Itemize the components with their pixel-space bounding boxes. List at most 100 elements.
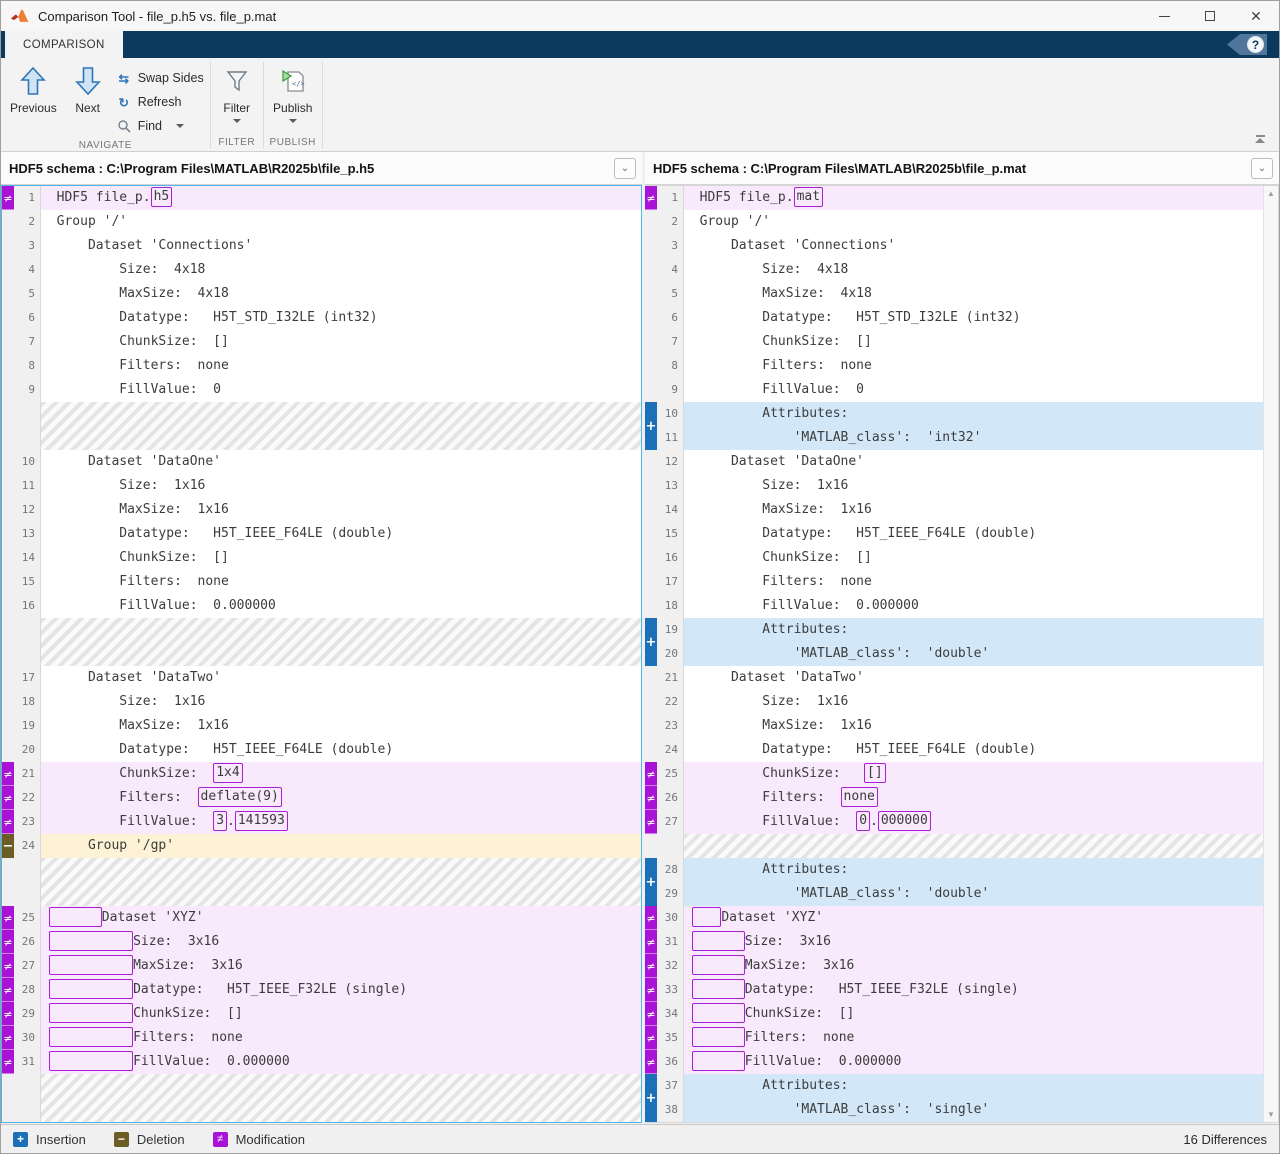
code-row[interactable]: ≠30 Dataset 'XYZ' [645, 906, 1263, 930]
code-row[interactable]: 24 Datatype: H5T_IEEE_F64LE (double) [645, 738, 1263, 762]
code-row[interactable]: ≠36 FillValue: 0.000000 [645, 1050, 1263, 1074]
find-button[interactable]: Find [114, 114, 204, 138]
code-row[interactable]: 13 Size: 1x16 [645, 474, 1263, 498]
code-row[interactable]: 11 Size: 1x16 [2, 474, 641, 498]
code-row[interactable]: 13 Datatype: H5T_IEEE_F64LE (double) [2, 522, 641, 546]
diff-marker-gutter [645, 570, 657, 594]
publish-button[interactable]: </> Publish [271, 58, 314, 127]
minimize-icon [1159, 16, 1170, 17]
code-row[interactable]: ≠21 ChunkSize: 1x4 [2, 762, 641, 786]
code-row[interactable]: 2 Group '/' [2, 210, 641, 234]
next-button[interactable]: Next [66, 58, 110, 117]
right-pane-body: ≠1 HDF5 file_p.mat2 Group '/'3 Dataset '… [645, 185, 1279, 1123]
code-row[interactable]: 38 'MATLAB_class': 'single' [645, 1098, 1263, 1122]
code-row[interactable]: ≠22 Filters: deflate(9) [2, 786, 641, 810]
code-row[interactable]: 2 Group '/' [645, 210, 1263, 234]
publish-dropdown-icon[interactable] [289, 119, 297, 123]
diff-marker-gutter [645, 474, 657, 498]
code-row[interactable]: 8 Filters: none [2, 354, 641, 378]
code-row[interactable]: ≠23 FillValue: 3.141593 [2, 810, 641, 834]
right-pane-menu-chevron-icon[interactable]: ⌄ [1251, 158, 1273, 179]
code-row[interactable]: ≠26 Size: 3x16 [2, 930, 641, 954]
left-pane-menu-chevron-icon[interactable]: ⌄ [614, 158, 636, 179]
code-row[interactable]: 16 ChunkSize: [] [645, 546, 1263, 570]
code-row[interactable]: ≠28 Datatype: H5T_IEEE_F32LE (single) [2, 978, 641, 1002]
code-row[interactable]: 12 MaxSize: 1x16 [2, 498, 641, 522]
code-row[interactable]: 9 FillValue: 0 [645, 378, 1263, 402]
code-row[interactable]: 5 MaxSize: 4x18 [645, 282, 1263, 306]
filter-dropdown-icon[interactable] [233, 119, 241, 123]
code-row[interactable]: ≠26 Filters: none [645, 786, 1263, 810]
code-row[interactable]: 4 Size: 4x18 [645, 258, 1263, 282]
code-row[interactable]: 19 MaxSize: 1x16 [2, 714, 641, 738]
scroll-down-icon[interactable]: ▼ [1264, 1107, 1278, 1122]
code-row[interactable]: 17 Filters: none [645, 570, 1263, 594]
right-pane-scrollbar[interactable]: ▲ ▼ [1263, 186, 1278, 1122]
code-text: FillValue: 0 [41, 378, 641, 402]
refresh-button[interactable]: ↻ Refresh [114, 90, 204, 114]
find-dropdown-icon[interactable] [176, 124, 184, 128]
code-row[interactable]: ≠27 FillValue: 0.000000 [645, 810, 1263, 834]
close-button[interactable]: ✕ [1233, 1, 1279, 31]
maximize-button[interactable] [1187, 1, 1233, 31]
code-row[interactable]: +37 Attributes: [645, 1074, 1263, 1098]
code-row[interactable]: −24 Group '/gp' [2, 834, 641, 858]
code-row[interactable]: 15 Datatype: H5T_IEEE_F64LE (double) [645, 522, 1263, 546]
code-row[interactable]: 6 Datatype: H5T_STD_I32LE (int32) [2, 306, 641, 330]
code-row[interactable]: 18 Size: 1x16 [2, 690, 641, 714]
code-row[interactable]: 6 Datatype: H5T_STD_I32LE (int32) [645, 306, 1263, 330]
code-row[interactable]: +28 Attributes: [645, 858, 1263, 882]
code-row[interactable]: 3 Dataset 'Connections' [645, 234, 1263, 258]
code-row[interactable]: 16 FillValue: 0.000000 [2, 594, 641, 618]
code-row[interactable]: +10 Attributes: [645, 402, 1263, 426]
tab-comparison[interactable]: COMPARISON [5, 31, 123, 58]
swap-sides-button[interactable]: ⇆ Swap Sides [114, 66, 204, 90]
code-row[interactable]: 14 ChunkSize: [] [2, 546, 641, 570]
code-text: 'MATLAB_class': 'double' [684, 642, 1263, 666]
minimize-button[interactable] [1141, 1, 1187, 31]
code-row[interactable]: 18 FillValue: 0.000000 [645, 594, 1263, 618]
code-row[interactable]: 17 Dataset 'DataTwo' [2, 666, 641, 690]
code-row[interactable]: 7 ChunkSize: [] [645, 330, 1263, 354]
code-row[interactable]: 12 Dataset 'DataOne' [645, 450, 1263, 474]
code-row[interactable]: 3 Dataset 'Connections' [2, 234, 641, 258]
code-row[interactable]: 14 MaxSize: 1x16 [645, 498, 1263, 522]
code-text: FillValue: 0.000000 [41, 1050, 641, 1074]
code-row[interactable]: 23 MaxSize: 1x16 [645, 714, 1263, 738]
code-row[interactable]: 9 FillValue: 0 [2, 378, 641, 402]
code-row[interactable]: 4 Size: 4x18 [2, 258, 641, 282]
code-row[interactable]: 21 Dataset 'DataTwo' [645, 666, 1263, 690]
code-row[interactable]: ≠34 ChunkSize: [] [645, 1002, 1263, 1026]
code-text: ChunkSize: [] [684, 330, 1263, 354]
code-row[interactable]: 20 Datatype: H5T_IEEE_F64LE (double) [2, 738, 641, 762]
diff-marker-gutter [645, 282, 657, 306]
code-row[interactable]: +19 Attributes: [645, 618, 1263, 642]
code-row[interactable]: ≠31 Size: 3x16 [645, 930, 1263, 954]
code-row[interactable]: 22 Size: 1x16 [645, 690, 1263, 714]
collapse-ribbon-button[interactable] [1251, 135, 1269, 147]
code-row[interactable]: ≠1 HDF5 file_p.h5 [2, 186, 641, 210]
code-row[interactable]: 5 MaxSize: 4x18 [2, 282, 641, 306]
code-row[interactable]: 11 'MATLAB_class': 'int32' [645, 426, 1263, 450]
code-row[interactable]: ≠31 FillValue: 0.000000 [2, 1050, 641, 1074]
code-row[interactable]: 10 Dataset 'DataOne' [2, 450, 641, 474]
code-row[interactable]: ≠25 ChunkSize: [] [645, 762, 1263, 786]
code-row[interactable]: ≠33 Datatype: H5T_IEEE_F32LE (single) [645, 978, 1263, 1002]
scroll-up-icon[interactable]: ▲ [1264, 186, 1278, 201]
code-row[interactable]: ≠27 MaxSize: 3x16 [2, 954, 641, 978]
code-row[interactable]: 20 'MATLAB_class': 'double' [645, 642, 1263, 666]
help-button[interactable]: ? [1227, 34, 1267, 55]
code-row[interactable]: 29 'MATLAB_class': 'double' [645, 882, 1263, 906]
code-row[interactable]: 15 Filters: none [2, 570, 641, 594]
previous-button[interactable]: Previous [1, 58, 66, 117]
code-row[interactable]: ≠30 Filters: none [2, 1026, 641, 1050]
code-row[interactable]: ≠1 HDF5 file_p.mat [645, 186, 1263, 210]
code-row[interactable]: 7 ChunkSize: [] [2, 330, 641, 354]
code-row[interactable]: ≠32 MaxSize: 3x16 [645, 954, 1263, 978]
code-row[interactable]: 8 Filters: none [645, 354, 1263, 378]
filter-button[interactable]: Filter [221, 58, 252, 127]
code-row[interactable]: ≠29 ChunkSize: [] [2, 1002, 641, 1026]
code-row[interactable]: ≠25 Dataset 'XYZ' [2, 906, 641, 930]
code-row[interactable]: ≠35 Filters: none [645, 1026, 1263, 1050]
modified-token-box [692, 931, 745, 951]
